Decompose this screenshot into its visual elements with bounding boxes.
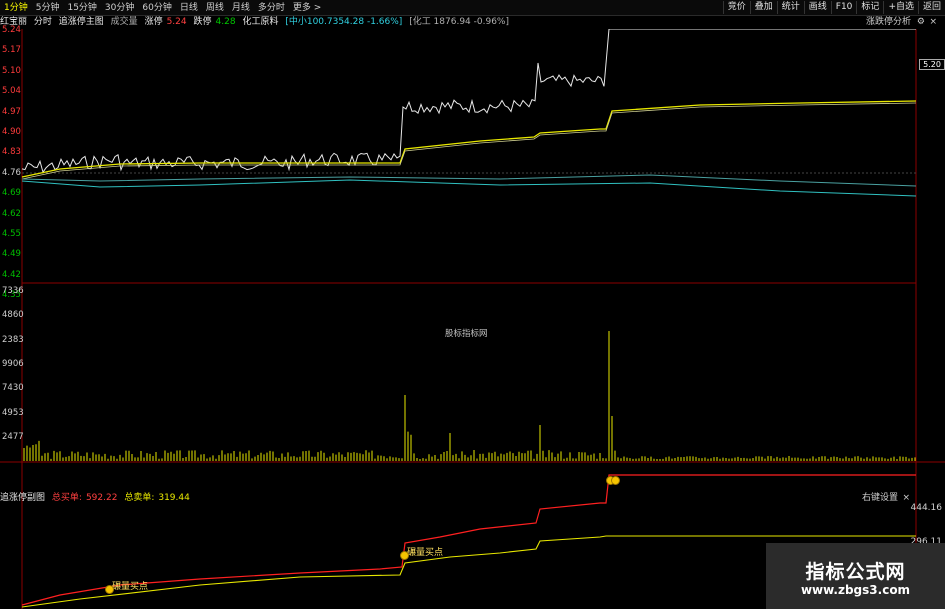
price-label-left: 4.55	[2, 229, 21, 239]
logo-url: www.zbgs3.com	[800, 583, 911, 597]
average-price-line-2	[21, 102, 917, 180]
tool-button-7[interactable]: 返回	[917, 1, 945, 14]
current-price-tag: 5.20	[919, 59, 945, 70]
sub-close-icon[interactable]: ×	[902, 492, 910, 504]
tool-button-0[interactable]: 竞价	[722, 1, 750, 14]
period-tab-2[interactable]: 15分钟	[63, 2, 100, 14]
price-label-left: 5.04	[2, 86, 21, 97]
tool-button-2[interactable]: 统计	[776, 1, 804, 14]
mode-label[interactable]: 分时	[34, 17, 52, 27]
period-tab-1[interactable]: 5分钟	[32, 2, 64, 14]
close-icon[interactable]: ×	[929, 16, 937, 29]
tool-button-1[interactable]: 叠加	[749, 1, 777, 14]
price-label-left: 4.90	[2, 127, 21, 137]
tool-button-3[interactable]: 画线	[803, 1, 831, 14]
smiley-icon	[105, 585, 114, 594]
limit-down-value: 4.28	[215, 17, 236, 27]
logo-name: 指标公式网	[805, 561, 906, 583]
price-label-left: 5.10	[2, 65, 21, 76]
gear-icon[interactable]: ⚙	[917, 16, 925, 29]
vol-label-left: 2383	[2, 334, 24, 345]
limit-up-value: 5.24	[166, 17, 187, 27]
price-label-left: 4.49	[2, 249, 21, 260]
right-tools: 竞价 叠加 统计 画线 F10 标记 +自选 返回	[722, 1, 945, 14]
period-tab-4[interactable]: 60分钟	[138, 2, 175, 14]
period-tab-7[interactable]: 月线	[228, 2, 254, 14]
period-tab-9[interactable]: 更多 >	[289, 2, 325, 14]
period-tab-6[interactable]: 周线	[202, 2, 228, 14]
price-line	[21, 29, 916, 174]
price-label-left: 4.76	[2, 167, 21, 178]
price-label-left: 5.17	[2, 45, 21, 56]
center-watermark: 股标指标网	[445, 329, 488, 339]
total-buy-value: 592.22	[85, 493, 118, 503]
right-click-settings[interactable]: 右键设置	[862, 492, 898, 504]
sub-chart-title[interactable]: 追涨停副图	[0, 493, 45, 503]
indicator-name[interactable]: 追涨停主图	[59, 17, 104, 27]
price-label-left: 4.42	[2, 269, 21, 280]
chart-area[interactable]: 5.24 5.17 5.10 5.04 4.97 4.90 4.83 4.76 4.69 4.62…	[0, 25, 945, 609]
index-line-2	[21, 179, 917, 197]
limit-up-label: 涨停	[144, 17, 163, 27]
price-label-left: 5.24	[2, 25, 21, 35]
vol-label-left: 4953	[2, 407, 24, 418]
vol-label-left: 4860	[2, 310, 24, 321]
vol-label-left: 7336	[2, 286, 24, 296]
total-sell-label: 总卖单:	[124, 493, 155, 503]
limit-analysis-button[interactable]: 涨跌停分析	[866, 16, 911, 29]
price-label-left: 4.69	[2, 188, 21, 199]
period-tabs: 1分钟 5分钟 15分钟 30分钟 60分钟 日线 周线 月线 多分时 更多 >	[0, 2, 325, 14]
index-1: [中小100.7354.28 -1.66%]	[285, 17, 403, 27]
price-label-left: 4.62	[2, 208, 21, 219]
buy-point-note-2: 碾量买点	[407, 548, 444, 558]
sector-label[interactable]: 化工原料	[242, 17, 278, 27]
total-buy-label: 总买单:	[51, 493, 82, 503]
period-tab-8[interactable]: 多分时	[254, 2, 289, 14]
vol-label-left: 7430	[2, 383, 24, 394]
buy-point-note-1: 碾量买点	[112, 582, 149, 592]
price-label-left: 4.97	[2, 106, 21, 117]
sub-axis-label-top: 444.16	[910, 503, 943, 513]
price-label-left: 4.83	[2, 147, 21, 158]
tool-button-5[interactable]: 标记	[856, 1, 883, 14]
index-2: [化工 1876.94 -0.96%]	[409, 17, 509, 27]
limit-down-label: 跌停	[193, 17, 212, 27]
volume-label: 成交量	[110, 17, 138, 27]
site-logo: 指标公式网 www.zbgs3.com	[766, 543, 945, 609]
period-tab-0[interactable]: 1分钟	[0, 2, 32, 14]
total-sell-value: 319.44	[158, 493, 190, 503]
vol-label-left: 9906	[2, 358, 24, 369]
period-toolbar: 1分钟 5分钟 15分钟 30分钟 60分钟 日线 周线 月线 多分时 更多 > 竞价 叠加 统计 画线…	[0, 0, 945, 16]
sub-chart-header: 追涨停副图 总买单: 592.22 总卖单: 319.44 右键设置 ×	[0, 492, 920, 504]
smiley-icon	[400, 551, 409, 560]
vol-label-left: 2477	[2, 431, 24, 442]
tool-button-4[interactable]: F10	[830, 1, 857, 14]
period-tab-3[interactable]: 30分钟	[101, 2, 138, 14]
info-bar: 红宝丽 分时 追涨停主图 成交量 涨停 5.24 跌停 4.28 化工原料 [中小1…	[0, 16, 945, 29]
period-tab-5[interactable]: 日线	[176, 2, 202, 14]
chart-svg	[0, 29, 945, 609]
smiley-icon	[611, 476, 620, 485]
tool-button-6[interactable]: +自选	[883, 1, 918, 14]
